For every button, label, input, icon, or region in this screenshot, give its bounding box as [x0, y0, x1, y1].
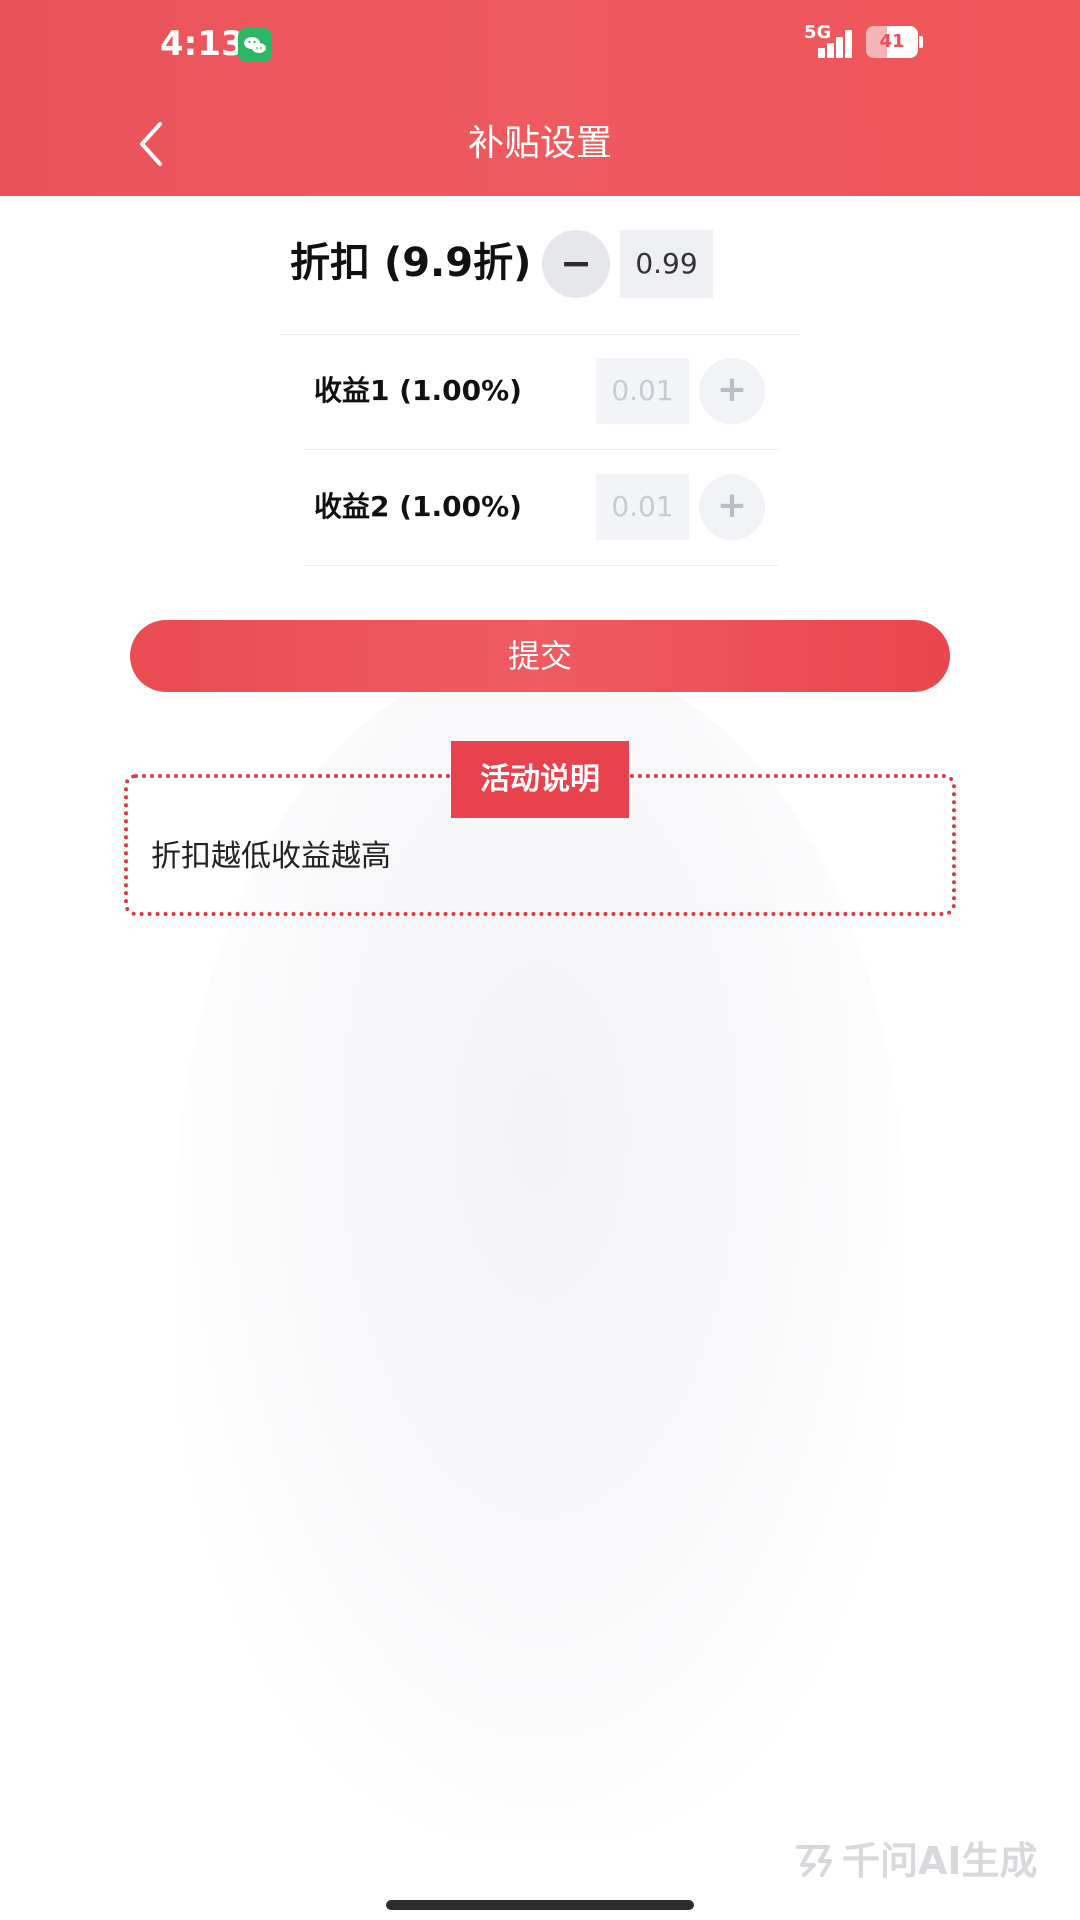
increase-earning-2-button[interactable]: + [699, 474, 765, 540]
page-title: 补贴设置 [467, 123, 612, 164]
earning-label-1: 收益1 (1.00%) [314, 374, 522, 407]
top-header: 4:13 5G 41 补贴设置 [0, 0, 1080, 196]
notice-text: 折扣越低收益越高 [151, 839, 391, 874]
discount-row: 折扣 (9.9折) − 0.99 [280, 196, 800, 335]
signal-bar [818, 48, 825, 58]
signal-icon [810, 28, 854, 58]
wechat-icon-svg [244, 37, 266, 53]
increase-earning-1-button[interactable]: + [699, 358, 765, 424]
main-content: 折扣 (9.9折) − 0.99 收益1 (1.00%) 0.01 + 收益2 … [0, 196, 1080, 1896]
signal-bar [845, 30, 852, 58]
battery-icon: 41 [866, 26, 918, 58]
earning-row-2: 收益2 (1.00%) 0.01 + [304, 450, 778, 566]
discount-value-input[interactable]: 0.99 [620, 230, 713, 298]
home-indicator[interactable] [386, 1900, 694, 1910]
earning-value-2-input[interactable]: 0.01 [596, 474, 689, 540]
watermark-logo-icon [796, 1845, 832, 1877]
wechat-icon [238, 28, 272, 62]
status-time: 4:13 [160, 24, 245, 64]
discount-label: 折扣 (9.9折) [290, 240, 532, 286]
signal-bar [827, 43, 834, 58]
decrease-discount-button[interactable]: − [542, 230, 610, 298]
earning-value-1-input[interactable]: 0.01 [596, 358, 689, 424]
signal-bar [836, 37, 843, 58]
watermark: 千问AI生成 [790, 1833, 1050, 1889]
battery-text: 41 [879, 31, 905, 52]
watermark-text: 千问AI生成 [842, 1839, 1038, 1883]
battery-nub [919, 36, 923, 48]
notice-title: 活动说明 [451, 741, 629, 818]
earning-label-2: 收益2 (1.00%) [314, 490, 522, 523]
submit-button[interactable]: 提交 [130, 620, 950, 692]
earning-row-1: 收益1 (1.00%) 0.01 + [304, 334, 778, 450]
